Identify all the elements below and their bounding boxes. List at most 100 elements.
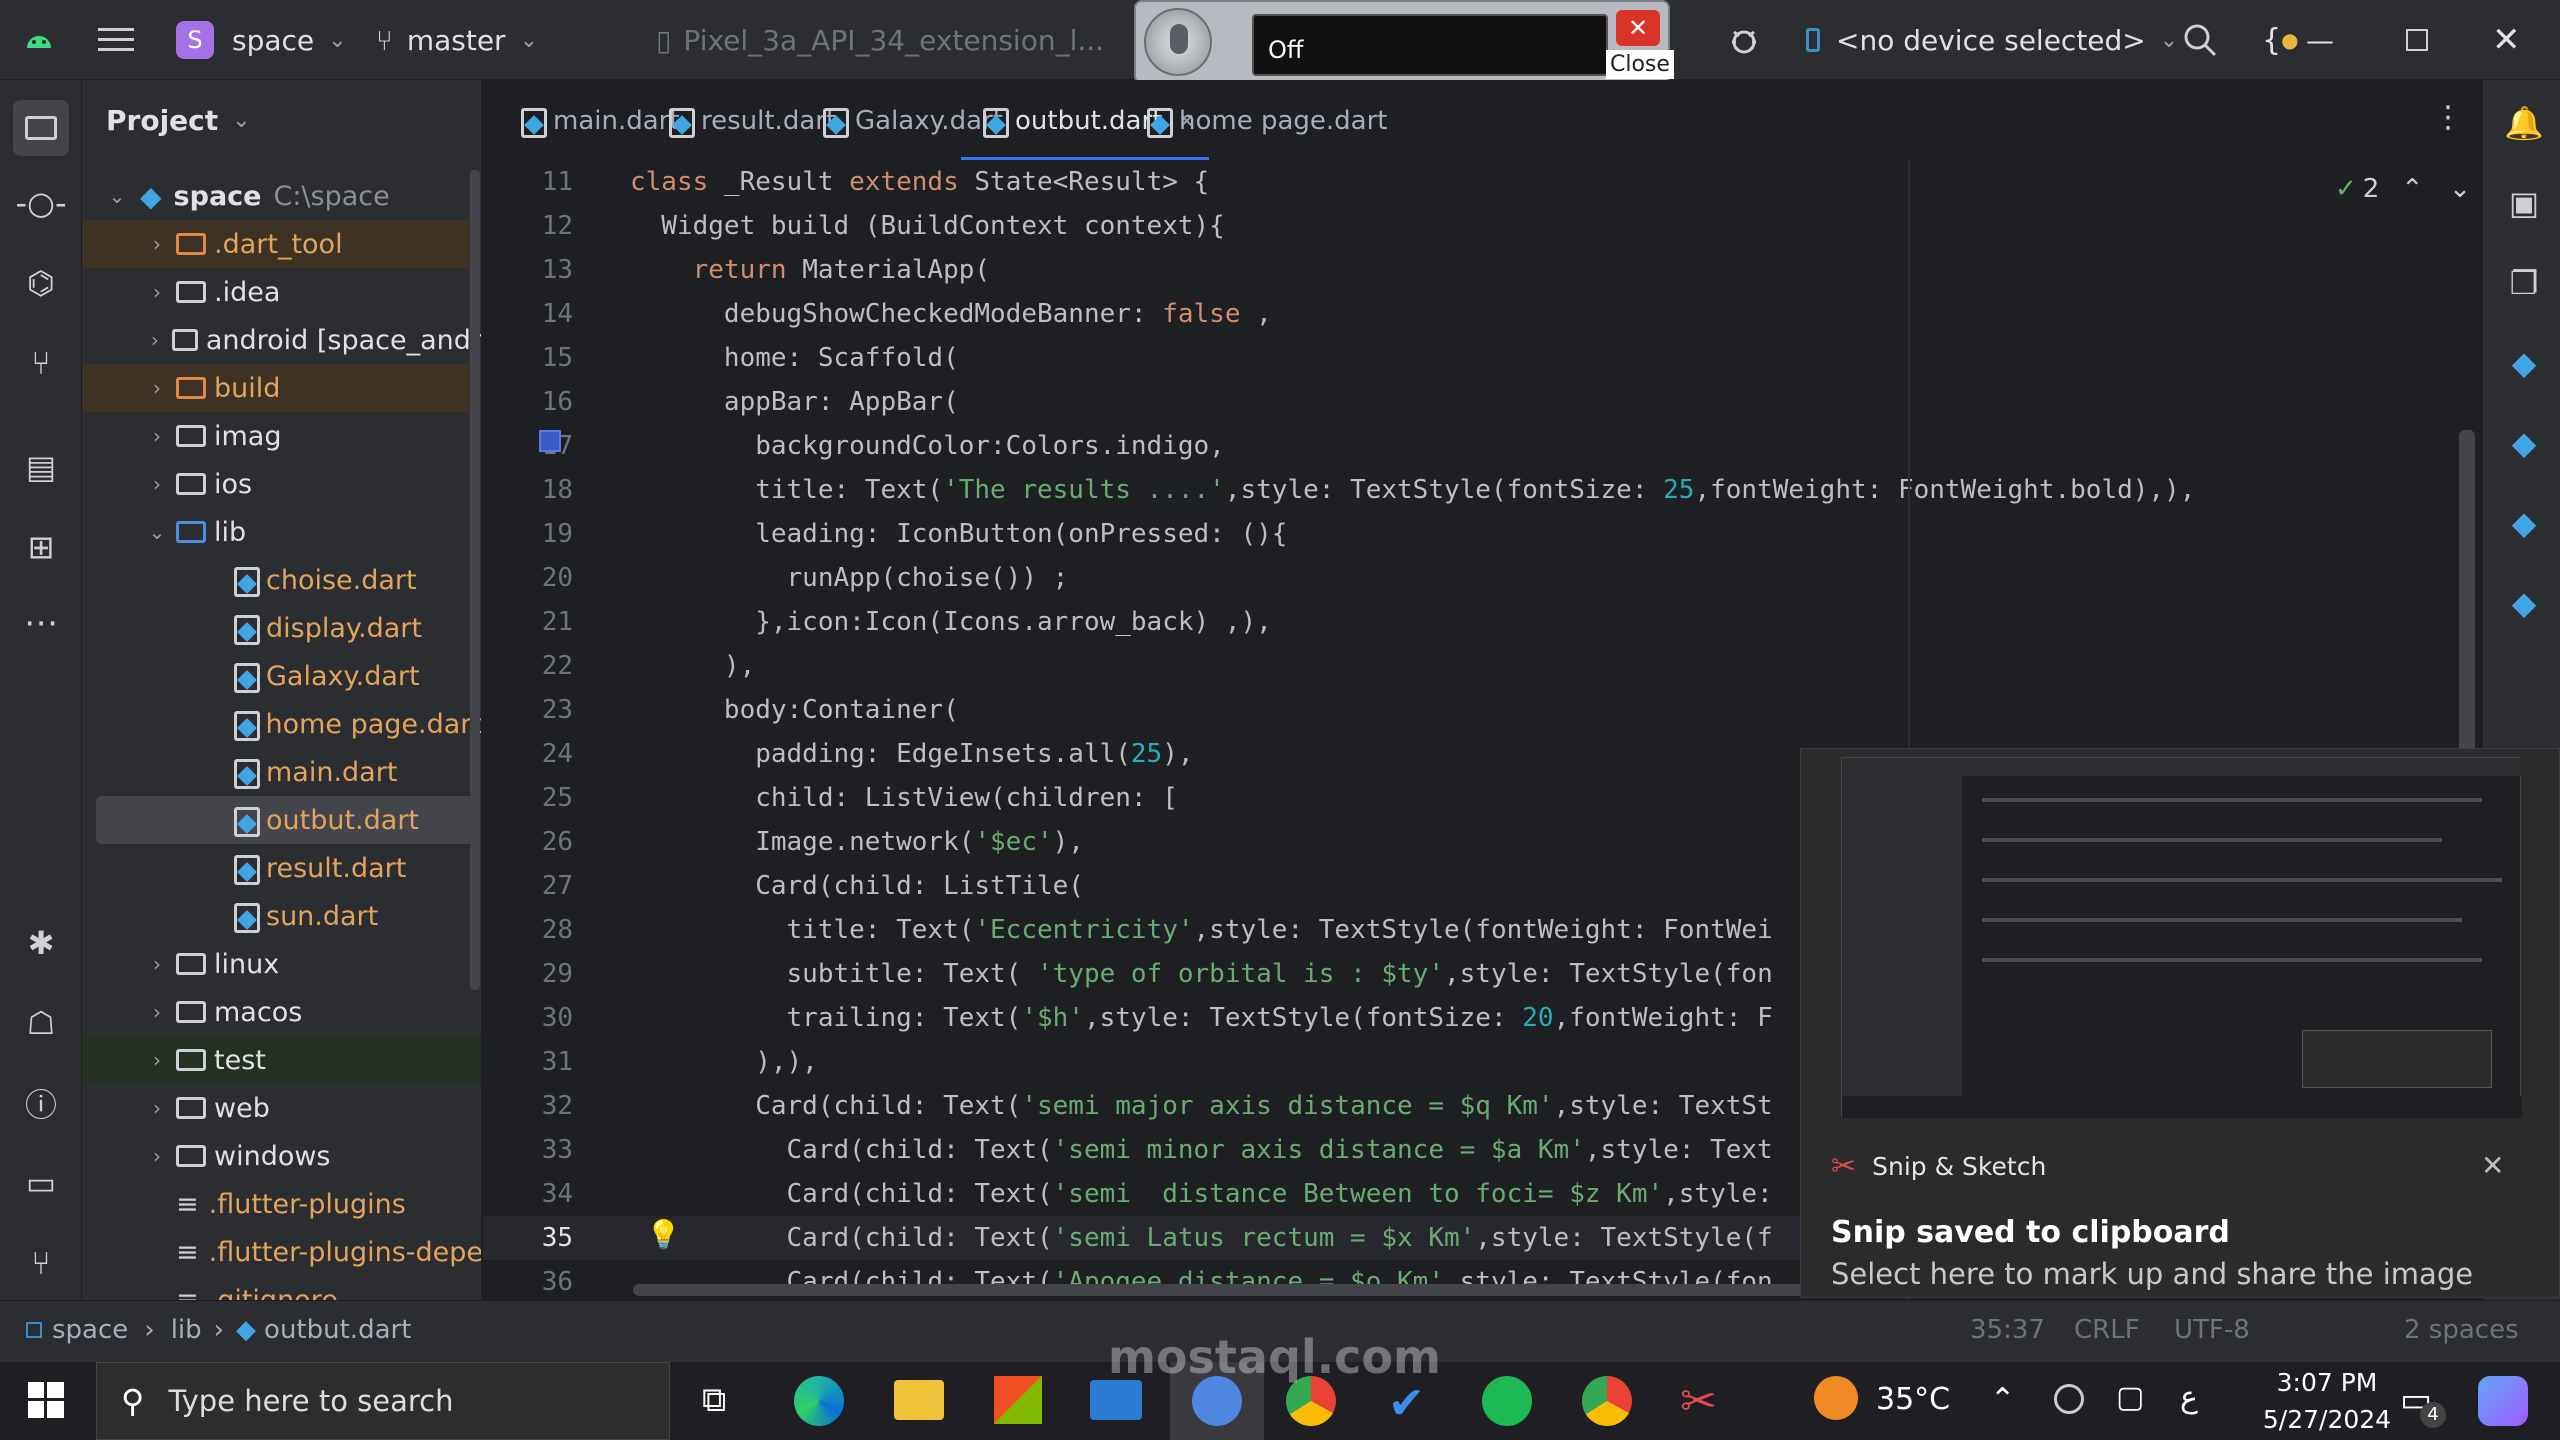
tree-item[interactable]: › .idea: [82, 268, 481, 316]
more-tabs-icon[interactable]: ⋮: [2433, 100, 2463, 135]
project-folder-icon[interactable]: [13, 100, 69, 156]
tree-scrollbar[interactable]: [470, 170, 480, 990]
horizontal-scrollbar[interactable]: [633, 1284, 1933, 1296]
pull-request-icon[interactable]: ⑂: [18, 340, 64, 386]
flutter-outline-icon[interactable]: ◆: [2501, 340, 2547, 386]
chevron-up-icon[interactable]: ⌃: [2401, 174, 2423, 204]
network-icon[interactable]: [2054, 1384, 2084, 1414]
caret-position[interactable]: 35:37: [1970, 1315, 2045, 1345]
build-variants-icon[interactable]: ⊞: [18, 524, 64, 570]
chevron-down-icon[interactable]: ⌄: [2449, 174, 2471, 204]
breadcrumb-item[interactable]: outbut.dart: [264, 1315, 411, 1345]
commit-icon[interactable]: -○-: [16, 180, 67, 226]
tree-item[interactable]: › imag: [82, 412, 481, 460]
tree-item[interactable]: ≡ .gitignore: [82, 1276, 481, 1301]
tree-item[interactable]: ≡ .flutter-plugins-deper: [82, 1228, 481, 1276]
flutter-performance-icon[interactable]: ◆: [2501, 420, 2547, 466]
lightbulb-icon[interactable]: 💡: [646, 1218, 681, 1251]
indent-setting[interactable]: 2 spaces: [2404, 1315, 2519, 1345]
tree-item[interactable]: › macos: [82, 988, 481, 1036]
clock[interactable]: 3:07 PM 5/27/2024: [2262, 1368, 2392, 1434]
close-icon[interactable]: ✕: [2481, 1149, 2504, 1182]
input-language[interactable]: ع: [2180, 1380, 2198, 1415]
snip-sketch-icon[interactable]: ✂: [1680, 1376, 1717, 1427]
tree-item[interactable]: result.dart: [82, 844, 481, 892]
chevron-right-icon[interactable]: ›: [144, 1096, 170, 1120]
flutter-inspector-icon[interactable]: ✱: [18, 920, 64, 966]
chevron-right-icon[interactable]: ›: [144, 328, 166, 352]
git-icon[interactable]: ⑂: [18, 1240, 64, 1286]
close-window-button[interactable]: ✕: [2492, 0, 2521, 80]
logcat-icon[interactable]: ☖: [18, 1000, 64, 1046]
tab-home-page-dart[interactable]: home page.dart: [1139, 80, 1388, 162]
device-mirroring-icon[interactable]: ❐: [2501, 260, 2547, 306]
tree-item[interactable]: › test: [82, 1036, 481, 1084]
device-manager-icon[interactable]: ▣: [2501, 180, 2547, 226]
snip-thumbnail[interactable]: [1841, 757, 2522, 1118]
chevron-up-icon[interactable]: ⌃: [1990, 1382, 2015, 1417]
edge-icon[interactable]: [794, 1376, 844, 1426]
code-with-me-icon[interactable]: {●: [2262, 0, 2299, 80]
tree-item[interactable]: main.dart: [82, 748, 481, 796]
resource-manager-icon[interactable]: ▤: [18, 444, 64, 490]
tree-item[interactable]: choise.dart: [82, 556, 481, 604]
chevron-right-icon[interactable]: ›: [144, 1048, 170, 1072]
taskbar-search[interactable]: ⚲ Type here to search: [96, 1362, 670, 1440]
structure-icon[interactable]: ⌬: [18, 260, 64, 306]
microphone-icon[interactable]: [1144, 8, 1212, 76]
flutter-deep-links-icon[interactable]: ◆: [2501, 500, 2547, 546]
maximize-button[interactable]: [2406, 0, 2428, 80]
mail-icon[interactable]: [1090, 1380, 1142, 1420]
windows-start-icon[interactable]: [28, 1382, 64, 1422]
inspection-widget[interactable]: ✓ 2 ⌃ ⌄: [2335, 174, 2471, 204]
project-panel-header[interactable]: Project ⌄: [106, 104, 251, 137]
tree-item[interactable]: › web: [82, 1084, 481, 1132]
tree-item[interactable]: outbut.dart: [96, 796, 476, 844]
debug-icon[interactable]: [1724, 0, 1764, 80]
device-selector[interactable]: <no device selected> ⌄: [1806, 0, 2178, 80]
tree-root[interactable]: ⌄ ◆ space C:\space: [82, 172, 481, 220]
chevron-down-icon[interactable]: ⌄: [144, 520, 170, 544]
minimize-button[interactable]: —: [2306, 0, 2334, 80]
chevron-right-icon[interactable]: ›: [144, 424, 170, 448]
search-icon[interactable]: [2182, 0, 2218, 80]
more-tools-icon[interactable]: ⋯: [18, 600, 64, 646]
copilot-icon[interactable]: [2478, 1376, 2528, 1426]
snip-notification[interactable]: ✂ Snip & Sketch ✕ Snip saved to clipboar…: [1800, 748, 2560, 1298]
tree-item[interactable]: › build: [82, 364, 481, 412]
file-encoding[interactable]: UTF-8: [2174, 1315, 2250, 1345]
tree-item[interactable]: ≡ .flutter-plugins: [82, 1180, 481, 1228]
spotify-icon[interactable]: [1482, 1376, 1532, 1426]
tree-item[interactable]: › android [space_andr: [82, 316, 481, 364]
chevron-right-icon[interactable]: ›: [144, 1000, 170, 1024]
store-icon[interactable]: [994, 1376, 1042, 1424]
tab-result-dart[interactable]: result.dart: [661, 80, 836, 162]
line-separator[interactable]: CRLF: [2074, 1315, 2140, 1345]
chrome-profile-icon[interactable]: [1582, 1376, 1632, 1426]
weather-icon[interactable]: [1814, 1376, 1858, 1420]
notifications-icon[interactable]: 🔔: [2501, 100, 2547, 146]
chevron-right-icon[interactable]: ›: [144, 280, 170, 304]
battery-icon[interactable]: ▢: [2116, 1380, 2144, 1415]
problems-icon[interactable]: ⓘ: [18, 1080, 64, 1126]
tab-main-dart[interactable]: main.dart: [513, 80, 680, 162]
flutter-devtools-icon[interactable]: ◆: [2501, 580, 2547, 626]
tree-item[interactable]: sun.dart: [82, 892, 481, 940]
main-menu-icon[interactable]: [98, 0, 134, 80]
task-view-icon[interactable]: ⧉: [702, 1380, 726, 1420]
tree-item[interactable]: › linux: [82, 940, 481, 988]
chevron-right-icon[interactable]: ›: [144, 1144, 170, 1168]
tree-item[interactable]: › windows: [82, 1132, 481, 1180]
tree-item[interactable]: display.dart: [82, 604, 481, 652]
todo-icon[interactable]: ✔: [1388, 1378, 1425, 1429]
chevron-right-icon[interactable]: ›: [144, 232, 170, 256]
tree-item[interactable]: › .dart_tool: [82, 220, 481, 268]
branch-selector[interactable]: ⑂ master ⌄: [376, 0, 538, 80]
tree-item[interactable]: ⌄ lib: [82, 508, 481, 556]
breadcrumb-item[interactable]: lib: [171, 1315, 202, 1345]
project-selector[interactable]: S space ⌄: [176, 0, 347, 80]
file-explorer-icon[interactable]: [894, 1380, 944, 1420]
chevron-right-icon[interactable]: ›: [144, 376, 170, 400]
tree-item[interactable]: Galaxy.dart: [82, 652, 481, 700]
chevron-right-icon[interactable]: ›: [144, 952, 170, 976]
